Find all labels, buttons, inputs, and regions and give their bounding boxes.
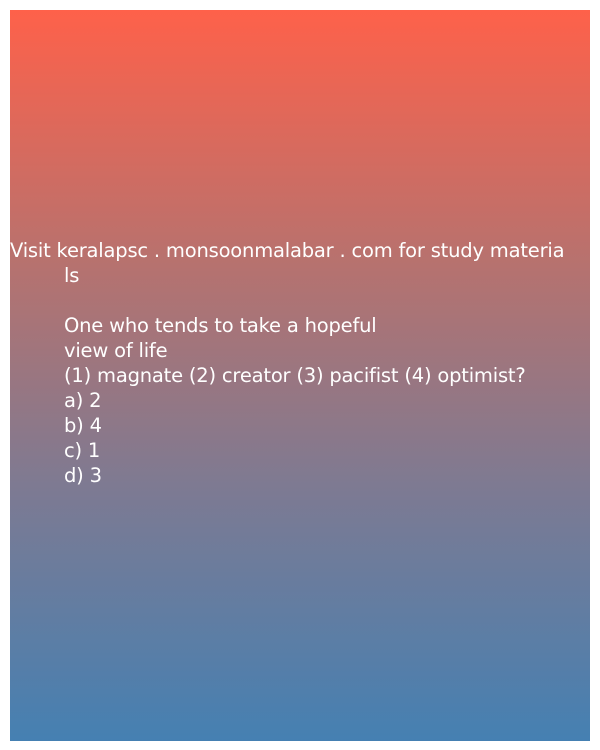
answer-option-b: b) 4 xyxy=(64,414,102,437)
blank-spacer xyxy=(10,288,590,313)
question-choices-line: (1) magnate (2) creator (3) pacifist (4)… xyxy=(64,364,526,387)
banner-text-line-1: Visit keralapsc . monsoonmalabar . com f… xyxy=(10,239,565,262)
question-text-block: Visit keralapsc . monsoonmalabar . com f… xyxy=(10,238,590,488)
question-line-1: One who tends to take a hopeful xyxy=(64,314,377,337)
answer-option-c: c) 1 xyxy=(64,439,101,462)
banner-text-line-2: ls xyxy=(64,264,80,287)
question-line-2: view of life xyxy=(64,339,168,362)
answer-option-a: a) 2 xyxy=(64,389,102,412)
answer-option-d: d) 3 xyxy=(64,464,102,487)
question-card: Visit keralapsc . monsoonmalabar . com f… xyxy=(10,10,590,741)
